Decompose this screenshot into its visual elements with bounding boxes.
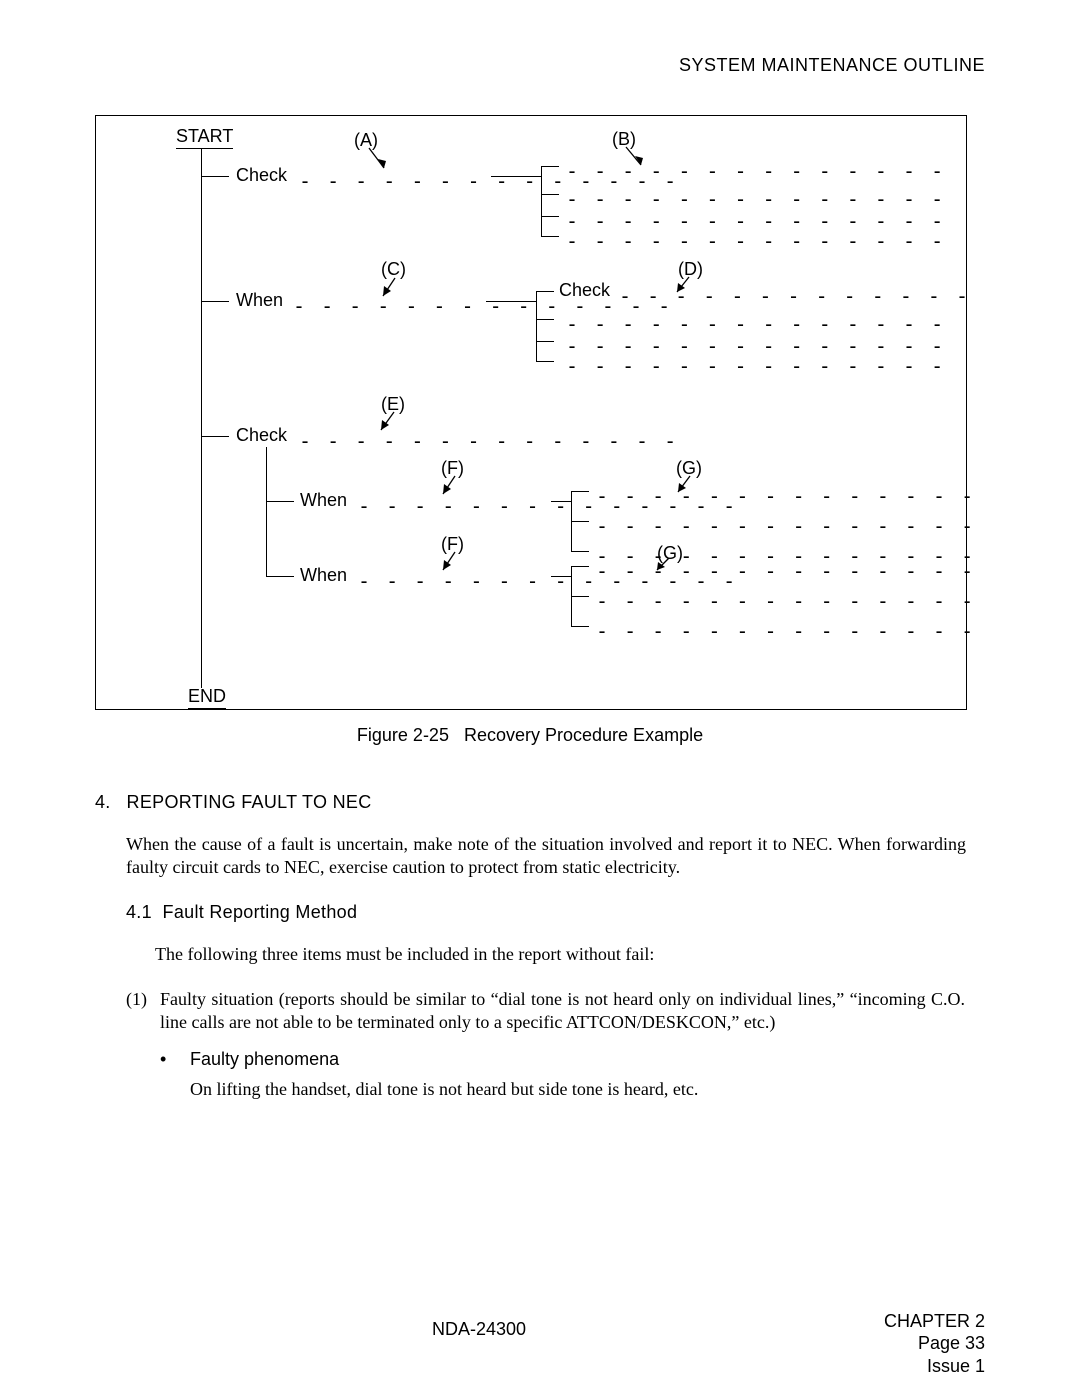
dash-g1a: - - - - - - - - - - - - - - — [596, 491, 975, 501]
h1c — [541, 166, 559, 167]
dash-b3: - - - - - - - - - - - - - - — [566, 216, 945, 226]
main-vline — [201, 148, 202, 688]
h3c2 — [571, 521, 589, 522]
section-4-heading: 4. REPORTING FAULT TO NEC — [95, 792, 372, 813]
arrow-icon — [379, 412, 409, 442]
arrow-icon — [369, 148, 399, 178]
section-4-1-title: Fault Reporting Method — [163, 902, 358, 922]
h3f3 — [571, 626, 589, 627]
h2f — [536, 361, 554, 362]
diagram-box: START END Check - - - - - - - - - - - - … — [95, 115, 967, 710]
arrow-icon — [440, 552, 470, 582]
dash-g2b: - - - - - - - - - - - - - - — [596, 596, 975, 606]
dash-d2: - - - - - - - - - - - - - - — [566, 319, 945, 329]
arrow-icon — [674, 277, 704, 307]
check-label-3: Check — [236, 425, 287, 446]
h2b — [486, 301, 536, 302]
dash-b4: - - - - - - - - - - - - - - — [566, 236, 945, 246]
page: SYSTEM MAINTENANCE OUTLINE START END Che… — [0, 0, 1080, 1397]
h3c1 — [571, 491, 589, 492]
h1a — [201, 176, 229, 177]
h3f — [551, 576, 571, 577]
label-c: (C) — [381, 259, 406, 280]
h1f — [541, 236, 559, 237]
footer-page: Page 33 — [884, 1332, 985, 1355]
dash-e: - - - - - - - - - - - - - - — [299, 436, 678, 446]
v2b — [536, 291, 537, 361]
start-label: START — [176, 126, 233, 149]
section-4-1-intro: The following three items must be includ… — [155, 943, 965, 966]
arrow-icon — [440, 476, 470, 506]
bullet-icon: • — [160, 1048, 166, 1071]
arrow-icon — [654, 558, 684, 588]
figure-label: Figure 2-25 — [357, 725, 449, 745]
dash-b1: - - - - - - - - - - - - - - — [566, 166, 945, 176]
footer-chapter: CHAPTER 2 — [884, 1310, 985, 1333]
h3c3 — [571, 551, 589, 552]
v1b — [541, 166, 542, 236]
figure-caption: Figure 2-25 Recovery Procedure Example — [95, 725, 965, 746]
h3f2 — [571, 596, 589, 597]
when-label-2: When — [300, 490, 347, 511]
section-4-title: REPORTING FAULT TO NEC — [127, 792, 372, 812]
h3a — [201, 436, 229, 437]
section-4-num: 4. — [95, 792, 111, 812]
h1e — [541, 216, 559, 217]
footer-doc-number: NDA-24300 — [432, 1319, 526, 1340]
dash-d1: - - - - - - - - - - - - - — [619, 291, 970, 301]
check-label-1: Check — [236, 165, 287, 186]
page-header: SYSTEM MAINTENANCE OUTLINE — [679, 55, 985, 76]
footer-right: CHAPTER 2 Page 33 Issue 1 — [884, 1310, 985, 1378]
h2c — [536, 291, 554, 292]
h2a — [201, 301, 229, 302]
dash-g2c: - - - - - - - - - - - - - - — [596, 626, 975, 636]
when-label-1: When — [236, 290, 283, 311]
item-1-text: Faulty situation (reports should be simi… — [160, 988, 965, 1035]
item-1-num: (1) — [126, 988, 147, 1011]
section-4-1-heading: 4.1 Fault Reporting Method — [126, 902, 357, 923]
bullet-body: On lifting the handset, dial tone is not… — [190, 1078, 965, 1101]
dash-c: - - - - - - - - - - - - - - — [293, 301, 672, 311]
dash-d3: - - - - - - - - - - - - - - — [566, 341, 945, 351]
when-label-3: When — [300, 565, 347, 586]
h3f1 — [571, 566, 589, 567]
dash-b2: - - - - - - - - - - - - - - — [566, 194, 945, 204]
dash-g2a: - - - - - - - - - - - - - - — [596, 566, 975, 576]
h3c — [551, 501, 571, 502]
h1b — [491, 176, 541, 177]
dash-d4: - - - - - - - - - - - - - - — [566, 361, 945, 371]
bullet-title: Faulty phenomena — [190, 1048, 339, 1071]
check-label-2: Check — [559, 280, 610, 301]
h2e — [536, 341, 554, 342]
footer-issue: Issue 1 — [884, 1355, 985, 1378]
section-4-para: When the cause of a fault is uncertain, … — [126, 833, 966, 880]
end-label: END — [188, 686, 226, 709]
h3e — [266, 576, 294, 577]
figure-title: Recovery Procedure Example — [464, 725, 703, 745]
h1d — [541, 194, 559, 195]
section-4-1-num: 4.1 — [126, 902, 152, 922]
v3sub — [266, 447, 267, 577]
h3b — [266, 501, 294, 502]
h2d — [536, 319, 554, 320]
arrow-icon — [380, 278, 410, 308]
arrow-icon — [675, 476, 705, 506]
dash-g1b: - - - - - - - - - - - - - - — [596, 521, 975, 531]
arrow-icon — [626, 147, 656, 177]
